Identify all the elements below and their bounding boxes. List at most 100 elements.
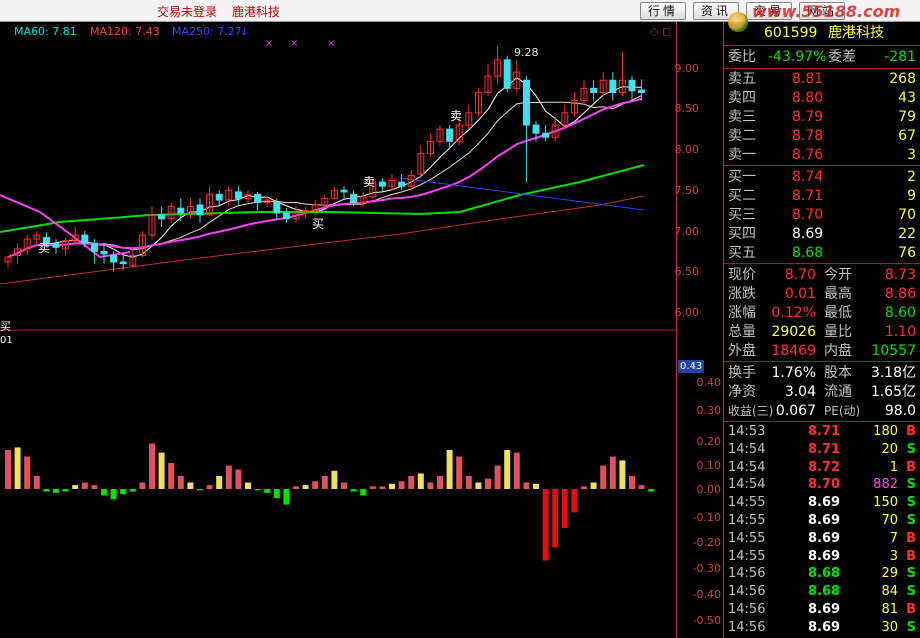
candle-body	[542, 132, 550, 138]
ask-volume: 79	[898, 109, 916, 125]
bid-row[interactable]: 买三 8.70 70	[724, 206, 920, 225]
macd-bars	[5, 443, 655, 561]
ask-row[interactable]: 卖一 8.76 3	[724, 146, 920, 165]
macd-bar	[293, 486, 299, 489]
macd-bar	[648, 489, 655, 492]
info-label: 净资	[728, 384, 756, 400]
stat-label: 今开	[824, 267, 852, 283]
tick-side: B	[906, 530, 916, 546]
tick-price: 8.72	[808, 459, 841, 475]
tick-time: 14:56	[728, 619, 766, 635]
stat-label: 最低	[824, 305, 852, 321]
tick-side: S	[906, 513, 916, 528]
login-status: 交易未登录	[157, 5, 218, 19]
stock-name: 鹿港科技	[828, 25, 884, 41]
tick-price: 8.68	[808, 566, 841, 582]
ask-row[interactable]: 卖三 8.79 79	[724, 108, 920, 127]
info-row: 净资 3.04 流通 1.65亿	[724, 383, 920, 402]
bid-volume: 22	[898, 226, 916, 242]
candle-body	[522, 79, 530, 126]
ask-row[interactable]: 卖五 8.81 268	[724, 70, 920, 89]
bid-volume: 76	[898, 245, 916, 261]
candle-body	[119, 261, 127, 265]
stock-title: 鹿港科技	[232, 5, 281, 19]
weibi-label: 委比	[728, 49, 756, 65]
candle-body	[446, 128, 454, 142]
stat-label: 现价	[728, 267, 756, 283]
stat-value: 18469	[771, 343, 816, 359]
weibi-value: -43.97%	[768, 49, 827, 65]
bid-row[interactable]: 买一 8.74 2	[724, 168, 920, 187]
macd-bar	[129, 489, 136, 492]
quote-panel: 601599 鹿港科技 委比 -43.97% 委差 -281 卖五 8.81 268…	[724, 22, 920, 638]
macd-bar	[158, 452, 165, 489]
macd-tick: -0.20	[692, 536, 721, 549]
stat-label: 涨跌	[728, 286, 756, 302]
macd-bar	[62, 489, 69, 492]
ma-line	[7, 95, 642, 258]
ma-line	[7, 97, 642, 259]
candle-body	[609, 79, 617, 93]
macd-bar	[389, 483, 395, 489]
tick-row: 14:54 8.72 1 B	[724, 458, 920, 477]
stat-row: 总量 29026 量比 1.10	[724, 323, 920, 342]
ask-price: 8.76	[792, 147, 824, 163]
macd-bar	[235, 469, 242, 489]
candles	[4, 45, 646, 272]
info-label: 流通	[824, 384, 852, 400]
macd-bar	[168, 463, 175, 489]
macd-bar	[139, 482, 146, 489]
ask-row[interactable]: 卖四 8.80 43	[724, 89, 920, 108]
macd-bar	[91, 485, 98, 489]
high-price-label: 9.28	[514, 46, 539, 59]
divider	[724, 68, 920, 69]
price-chart: 9.28 卖 卖 买 卖 买 01	[0, 45, 676, 561]
macd-bar	[321, 476, 328, 489]
stat-label: 量比	[824, 324, 852, 340]
macd-bar	[341, 482, 347, 489]
market-button[interactable]: 行情	[640, 2, 686, 20]
price-tick: 6.00	[674, 306, 700, 319]
info-label: 换手	[728, 365, 756, 381]
ask-row[interactable]: 卖二 8.78 67	[724, 127, 920, 146]
macd-bar	[53, 489, 59, 493]
bid-row[interactable]: 买四 8.69 22	[724, 225, 920, 244]
sell-signal: 卖	[450, 109, 462, 123]
stock-code: 601599	[764, 25, 818, 41]
tick-side: S	[906, 584, 916, 600]
macd-bar	[5, 450, 11, 489]
tick-volume: 84	[881, 584, 898, 600]
ask-price: 8.80	[792, 90, 824, 106]
tick-row: 14:56 8.68 29 S	[724, 564, 920, 583]
tick-price: 8.71	[808, 424, 841, 439]
tick-time: 14:54	[728, 459, 766, 475]
bid-label: 买五	[728, 245, 756, 261]
tick-row: 14:56 8.68 84 S	[724, 582, 920, 601]
macd-tick: 0.30	[696, 404, 722, 417]
macd-bar	[369, 486, 376, 489]
candle-body	[90, 242, 98, 252]
macd-tick: -0.10	[692, 511, 721, 524]
candle-body	[340, 189, 348, 193]
macd-bar	[638, 485, 645, 489]
macd-bar	[408, 476, 415, 489]
bid-row[interactable]: 买五 8.68 76	[724, 244, 920, 263]
macd-bar	[437, 476, 443, 489]
bid-row[interactable]: 买二 8.71 9	[724, 187, 920, 206]
tick-volume: 150	[873, 495, 898, 511]
candle-body	[177, 207, 185, 214]
candle-body	[254, 193, 262, 203]
ma-line	[399, 177, 645, 211]
tick-volume: 30	[881, 619, 898, 635]
macd-bar	[72, 485, 79, 489]
tick-time: 14:56	[728, 584, 766, 600]
macd-bar	[533, 483, 539, 489]
tick-time: 14:55	[728, 495, 766, 511]
ask-label: 卖一	[728, 147, 756, 163]
stat-value: 29026	[771, 324, 816, 340]
stat-row: 现价 8.70 今开 8.73	[724, 266, 920, 285]
tick-side: B	[906, 424, 916, 439]
macd-bar	[302, 485, 309, 489]
macd-bar	[360, 489, 367, 496]
tick-volume: 29	[881, 566, 898, 582]
